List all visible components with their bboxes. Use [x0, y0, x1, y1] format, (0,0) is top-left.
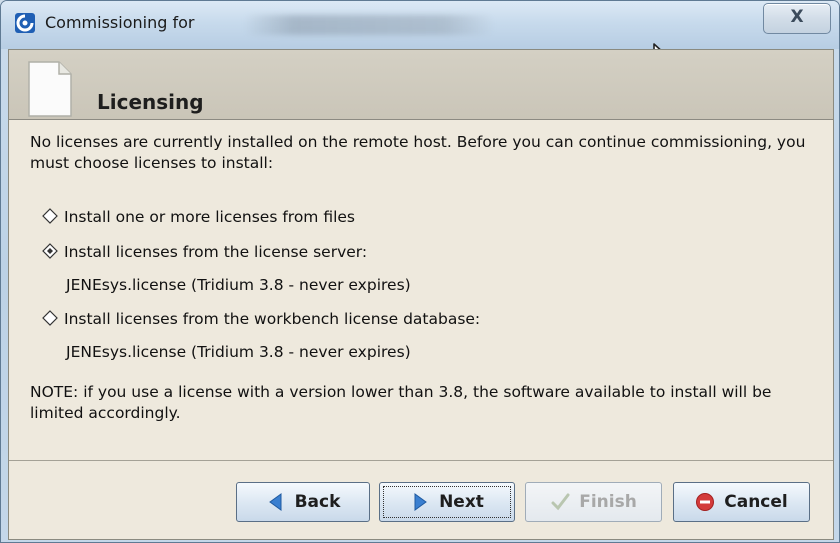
title-bar[interactable]: Commissioning for X	[1, 1, 839, 49]
wizard-content: No licenses are currently installed on t…	[9, 120, 833, 460]
radio-selected-icon[interactable]	[42, 243, 58, 259]
radio-unselected-icon[interactable]	[42, 310, 58, 326]
right-arrow-icon	[414, 493, 427, 511]
cancel-button[interactable]: Cancel	[673, 482, 810, 522]
option-from-files[interactable]: Install one or more licenses from files	[42, 208, 355, 226]
option-license-database[interactable]: Install licenses from the workbench lice…	[42, 310, 480, 328]
dialog-window: Commissioning for X Licensing No license…	[0, 0, 840, 543]
note-text: NOTE: if you use a license with a versio…	[30, 383, 772, 422]
footer-divider	[9, 460, 833, 461]
dialog-client-area: Licensing No licenses are currently inst…	[8, 49, 834, 540]
next-label: Next	[439, 492, 484, 512]
wizard-header: Licensing	[9, 50, 833, 120]
option-license-server[interactable]: Install licenses from the license server…	[42, 243, 367, 261]
license-database-detail: JENEsys.license (Tridium 3.8 - never exp…	[66, 343, 411, 361]
license-server-detail: JENEsys.license (Tridium 3.8 - never exp…	[66, 276, 411, 294]
close-icon: X	[790, 7, 804, 27]
option-label: Install licenses from the license server…	[64, 243, 368, 261]
document-icon	[28, 61, 72, 117]
cancel-icon	[696, 493, 715, 511]
finish-label: Finish	[579, 492, 637, 512]
radio-unselected-icon[interactable]	[42, 208, 58, 224]
finish-button[interactable]: Finish	[525, 482, 662, 522]
page-title: Licensing	[97, 90, 204, 114]
niagara-app-icon	[15, 13, 35, 33]
option-label: Install one or more licenses from files	[64, 208, 356, 226]
redacted-host	[244, 15, 494, 35]
intro-text: No licenses are currently installed on t…	[30, 133, 806, 172]
left-arrow-icon	[268, 493, 282, 511]
option-label: Install licenses from the workbench lice…	[64, 310, 481, 328]
close-button[interactable]: X	[763, 3, 831, 34]
window-title: Commissioning for	[45, 13, 195, 32]
back-button[interactable]: Back	[236, 482, 370, 522]
checkmark-icon	[551, 493, 570, 511]
next-button[interactable]: Next	[379, 482, 515, 522]
back-label: Back	[294, 492, 341, 512]
cancel-label: Cancel	[724, 492, 788, 512]
